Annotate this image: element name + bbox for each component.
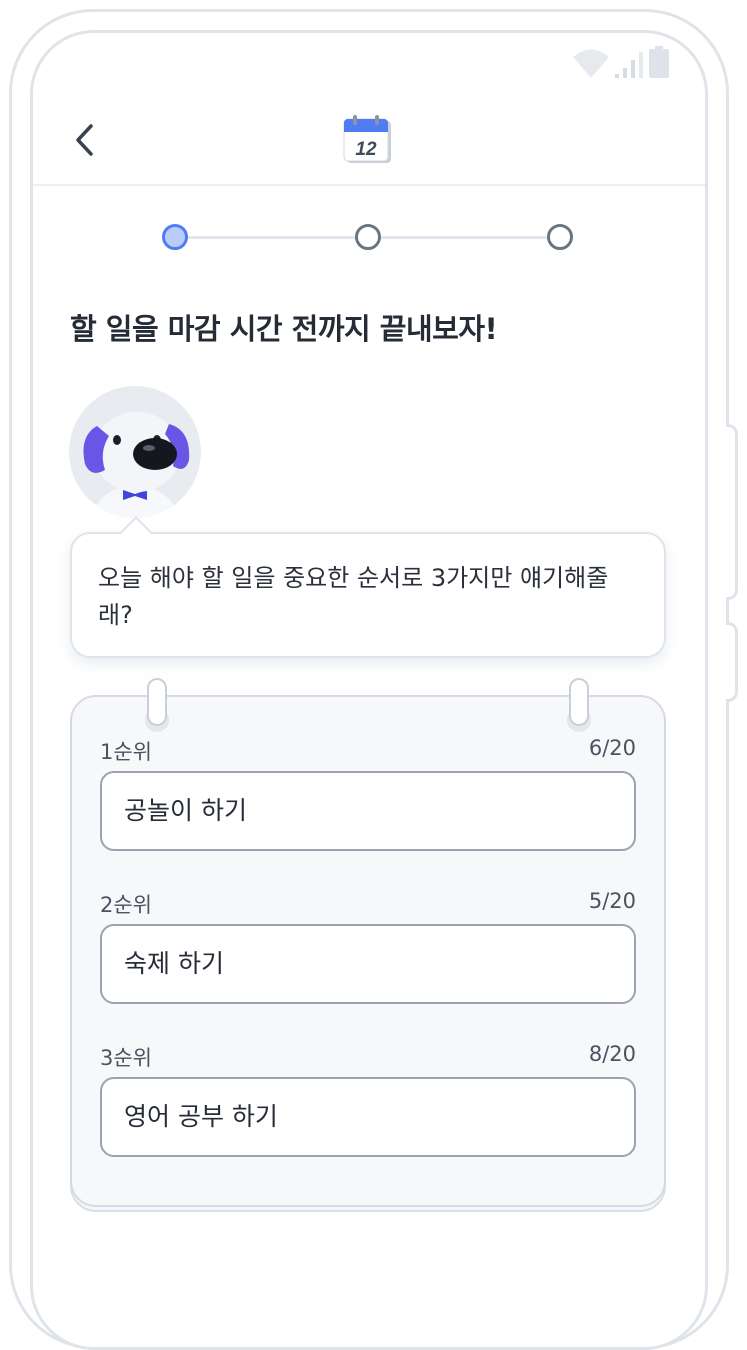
task-1-label: 1순위 [100,740,153,764]
wifi-icon [573,49,609,78]
task-3-input[interactable]: 영어 공부 하기 [100,1077,636,1157]
phone-side-button-lower [726,622,738,702]
task-3-char-count: 8/20 [588,1042,636,1066]
page-title: 할 일을 마감 시간 전까지 끝내보자! [70,312,498,346]
calendar-icon: 12 [343,115,391,163]
back-button[interactable] [64,118,104,162]
stepper-line-2 [381,236,547,239]
step-3 [547,224,573,250]
step-1-active [162,224,188,250]
stepper-line-1 [188,236,356,239]
task-1-char-count: 6/20 [588,736,636,760]
puppy-character-icon [83,412,190,518]
step-2 [355,224,381,250]
task-3-label: 3순위 [100,1046,153,1070]
task-2-char-count: 5/20 [588,889,636,913]
task-2-input[interactable]: 숙제 하기 [100,924,636,1004]
speech-bubble: 오늘 해야 할 일을 중요한 순서로 3가지만 얘기해줄래? [70,532,666,658]
calendar-day: 12 [355,139,377,160]
header-divider [33,184,705,186]
signal-icon [615,52,643,78]
task-2-label: 2순위 [100,893,153,917]
chevron-left-icon [76,124,93,156]
binder-ring-left [147,678,167,726]
phone-side-button-upper [726,424,738,600]
avatar [69,386,201,518]
status-bar [573,46,669,78]
battery-icon [649,46,669,78]
binder-ring-right [569,678,589,726]
task-1-input[interactable]: 공놀이 하기 [100,771,636,851]
